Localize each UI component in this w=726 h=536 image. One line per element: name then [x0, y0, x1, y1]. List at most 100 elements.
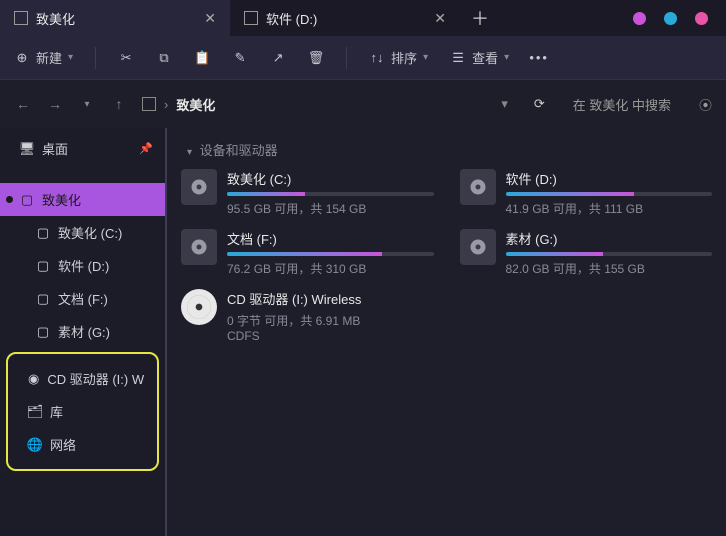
sidebar-item-drive[interactable]: ▢ 致美化 (C:) [0, 216, 165, 249]
desktop-icon: 🖥 [20, 142, 34, 156]
sidebar-label: 文档 (F:) [58, 289, 108, 308]
sidebar-item-network[interactable]: 🌐 网络 [8, 428, 157, 461]
section-header[interactable]: ▾ 设备和驱动器 [187, 140, 712, 159]
forward-button[interactable]: → [46, 96, 64, 112]
sidebar-item-drive[interactable]: ▢ 文档 (F:) [0, 282, 165, 315]
chevron-down-icon: ▾ [504, 52, 509, 63]
sidebar-item-libraries[interactable]: 🗂 库 [8, 395, 157, 428]
cut-icon[interactable]: ✂ [118, 50, 134, 66]
close-icon[interactable]: ✕ [204, 10, 216, 27]
tab-label: 致美化 [36, 9, 196, 28]
drive-name: 素材 (G:) [506, 229, 713, 248]
drive-name: CD 驱动器 (I:) Wireless [227, 289, 434, 308]
more-icon[interactable]: ••• [531, 50, 547, 66]
drive-usage-bar [506, 252, 713, 256]
sidebar-item-drive[interactable]: ▢ 素材 (G:) [0, 315, 165, 348]
breadcrumb[interactable]: › 致美化 [142, 95, 487, 114]
drive-usage-bar [227, 192, 434, 196]
window-dot[interactable] [633, 12, 646, 25]
breadcrumb-current: 致美化 [176, 95, 215, 114]
drive-stats: 95.5 GB 可用，共 154 GB [227, 200, 434, 217]
search-options-icon[interactable]: ⦿ [699, 95, 712, 114]
drive-icon [181, 229, 217, 265]
content-pane: ▾ 设备和驱动器 致美化 (C:) 95.5 GB 可用，共 154 GB 软件 (… [165, 128, 726, 536]
sidebar-label: 网络 [50, 435, 76, 454]
search-input[interactable]: 在 致美化 中搜索 [573, 95, 671, 114]
chevron-down-icon[interactable]: ▾ [501, 96, 508, 112]
close-icon[interactable]: ✕ [434, 10, 446, 27]
chevron-down-icon: ▾ [423, 52, 428, 63]
drive-usage-bar [506, 192, 713, 196]
drive-name: 软件 (D:) [506, 169, 713, 188]
main-area: 🖥 桌面 📌 ▢ 致美化 ▢ 致美化 (C:) ▢ 软件 (D:) ▢ 文档 (… [0, 128, 726, 536]
drive-icon: ▢ [36, 325, 50, 339]
separator [95, 47, 96, 69]
sidebar-item-active[interactable]: ▢ 致美化 [0, 183, 165, 216]
drive-item[interactable]: 素材 (G:)82.0 GB 可用，共 155 GB [460, 229, 713, 277]
drive-icon: ▢ [20, 193, 34, 207]
window-controls [633, 0, 726, 36]
folder-icon: 🗂 [28, 405, 42, 419]
up-button[interactable]: ↑ [110, 96, 128, 112]
new-label: 新建 [36, 48, 62, 67]
sidebar-item-drive[interactable]: ▢ 软件 (D:) [0, 249, 165, 282]
drive-fs: CDFS [227, 329, 434, 343]
copy-icon[interactable]: ⧉ [156, 50, 172, 66]
share-icon[interactable]: ↗ [270, 50, 286, 66]
sidebar-label: CD 驱动器 (I:) Wireless [47, 369, 145, 388]
delete-icon[interactable]: 🗑 [308, 50, 324, 66]
drive-usage-bar [227, 252, 434, 256]
sort-label: 排序 [391, 48, 417, 67]
drive-icon: ▢ [36, 259, 50, 273]
new-tab-button[interactable]: ＋ [460, 0, 500, 36]
tab-icon [14, 11, 28, 25]
sidebar-label: 致美化 (C:) [58, 223, 122, 242]
plus-icon: ⊕ [14, 50, 30, 66]
tab-label: 软件 (D:) [266, 9, 426, 28]
drive-stats: 41.9 GB 可用，共 111 GB [506, 200, 713, 217]
toolbar: ⊕ 新建 ▾ ✂ ⧉ 📋 ✎ ↗ 🗑 ↑↓ 排序 ▾ ☰ 查看 ▾ ••• [0, 36, 726, 80]
drive-icon [460, 229, 496, 265]
drive-stats: 76.2 GB 可用，共 310 GB [227, 260, 434, 277]
window-dot[interactable] [664, 12, 677, 25]
tab-active[interactable]: 致美化 ✕ [0, 0, 230, 36]
drive-item[interactable]: 致美化 (C:) 95.5 GB 可用，共 154 GB [181, 169, 434, 217]
sidebar-label: 库 [50, 402, 63, 421]
title-bar: 致美化 ✕ 软件 (D:) ✕ ＋ [0, 0, 726, 36]
paste-icon[interactable]: 📋 [194, 50, 210, 66]
cd-icon [181, 289, 217, 325]
pin-icon[interactable]: 📌 [139, 142, 153, 155]
highlighted-group: ◉ CD 驱动器 (I:) Wireless 🗂 库 🌐 网络 [6, 352, 159, 471]
rename-icon[interactable]: ✎ [232, 50, 248, 66]
drive-name: 致美化 (C:) [227, 169, 434, 188]
drive-item[interactable]: CD 驱动器 (I:) Wireless 0 字节 可用，共 6.91 MBCDF… [181, 289, 434, 343]
sidebar-label: 软件 (D:) [58, 256, 109, 275]
globe-icon: 🌐 [28, 438, 42, 452]
tab-secondary[interactable]: 软件 (D:) ✕ [230, 0, 460, 36]
chevron-down-icon[interactable]: ▾ [78, 99, 96, 110]
chevron-down-icon: ▾ [68, 52, 73, 63]
chevron-down-icon: ▾ [187, 147, 192, 158]
view-button[interactable]: ☰ 查看 ▾ [450, 48, 509, 67]
window-dot[interactable] [695, 12, 708, 25]
sidebar-item-desktop[interactable]: 🖥 桌面 📌 [0, 132, 165, 165]
drive-item[interactable]: 软件 (D:) 41.9 GB 可用，共 111 GB [460, 169, 713, 217]
tab-icon [244, 11, 258, 25]
disc-icon: ◉ [28, 372, 39, 386]
sidebar-item-cdrom[interactable]: ◉ CD 驱动器 (I:) Wireless [8, 362, 157, 395]
sort-button[interactable]: ↑↓ 排序 ▾ [369, 48, 428, 67]
drive-name: 文档 (F:) [227, 229, 434, 248]
drive-stats: 0 字节 可用，共 6.91 MB [227, 312, 434, 329]
sort-icon: ↑↓ [369, 50, 385, 66]
back-button[interactable]: ← [14, 96, 32, 112]
drive-icon: ▢ [36, 292, 50, 306]
new-button[interactable]: ⊕ 新建 ▾ [14, 48, 73, 67]
chevron-right-icon: › [164, 97, 168, 112]
drives-grid: 致美化 (C:) 95.5 GB 可用，共 154 GB 软件 (D:) 41.9 G… [181, 169, 712, 343]
refresh-button[interactable]: ⟳ [534, 96, 545, 112]
sidebar-label: 素材 (G:) [58, 322, 110, 341]
sidebar: 🖥 桌面 📌 ▢ 致美化 ▢ 致美化 (C:) ▢ 软件 (D:) ▢ 文档 (… [0, 128, 165, 536]
drive-item[interactable]: 文档 (F:) 76.2 GB 可用，共 310 GB [181, 229, 434, 277]
location-icon [142, 97, 156, 111]
drive-icon [181, 169, 217, 205]
